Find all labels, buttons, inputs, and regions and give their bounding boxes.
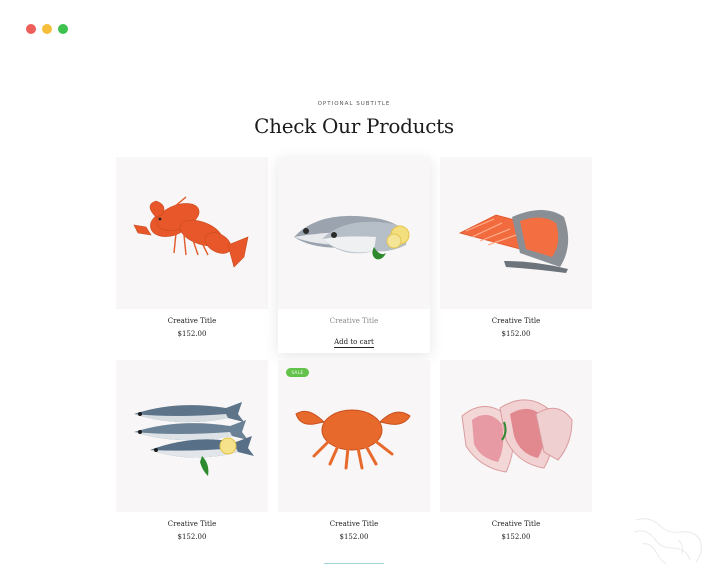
product-card[interactable]: SALE Creative Title $152.00 [278, 360, 430, 556]
close-window-icon[interactable] [26, 24, 36, 34]
product-price: $152.00 [339, 533, 369, 541]
product-title[interactable]: Creative Title [116, 317, 268, 325]
add-to-cart-button[interactable]: Add to cart [278, 329, 430, 348]
product-title[interactable]: Creative Title [278, 520, 430, 528]
lobster-icon [133, 196, 249, 268]
product-card[interactable]: Creative Title $152.00 [116, 360, 268, 556]
section-subtitle: OPTIONAL SUBTITLE [317, 101, 391, 107]
product-card[interactable]: Creative Title $152.00 [440, 360, 592, 556]
product-price: $152.00 [501, 330, 531, 338]
crab-icon [295, 409, 411, 470]
product-image-mackerel[interactable] [116, 360, 268, 512]
product-card[interactable]: Creative Title Add to cart [278, 157, 430, 353]
product-image-crab[interactable]: SALE [278, 360, 430, 512]
sea-bream-icon [294, 215, 410, 260]
product-image-tilapia[interactable] [440, 360, 592, 512]
product-title[interactable]: Creative Title [116, 520, 268, 528]
sale-badge: SALE [286, 368, 309, 377]
zoom-window-icon[interactable] [58, 24, 68, 34]
decorative-sketch-icon [633, 518, 702, 565]
tilapia-fillet-icon [461, 399, 573, 473]
product-title[interactable]: Creative Title [440, 317, 592, 325]
product-image-lobster[interactable] [116, 157, 268, 309]
product-image-salmon[interactable] [440, 157, 592, 309]
salmon-fillet-icon [458, 210, 569, 273]
add-to-cart-label[interactable]: Add to cart [334, 338, 374, 348]
product-price: $152.00 [501, 533, 531, 541]
product-card[interactable]: Creative Title $152.00 [440, 157, 592, 353]
minimize-window-icon[interactable] [42, 24, 52, 34]
product-card[interactable]: Creative Title $152.00 [116, 157, 268, 353]
product-price: $152.00 [177, 533, 207, 541]
section-title: Check Our Products [254, 114, 454, 138]
product-image-sea-bream[interactable] [278, 157, 430, 309]
product-price: $152.00 [177, 330, 207, 338]
product-title[interactable]: Creative Title [278, 317, 430, 325]
mackerel-icon [134, 402, 254, 476]
window-controls [26, 24, 68, 34]
product-title[interactable]: Creative Title [440, 520, 592, 528]
